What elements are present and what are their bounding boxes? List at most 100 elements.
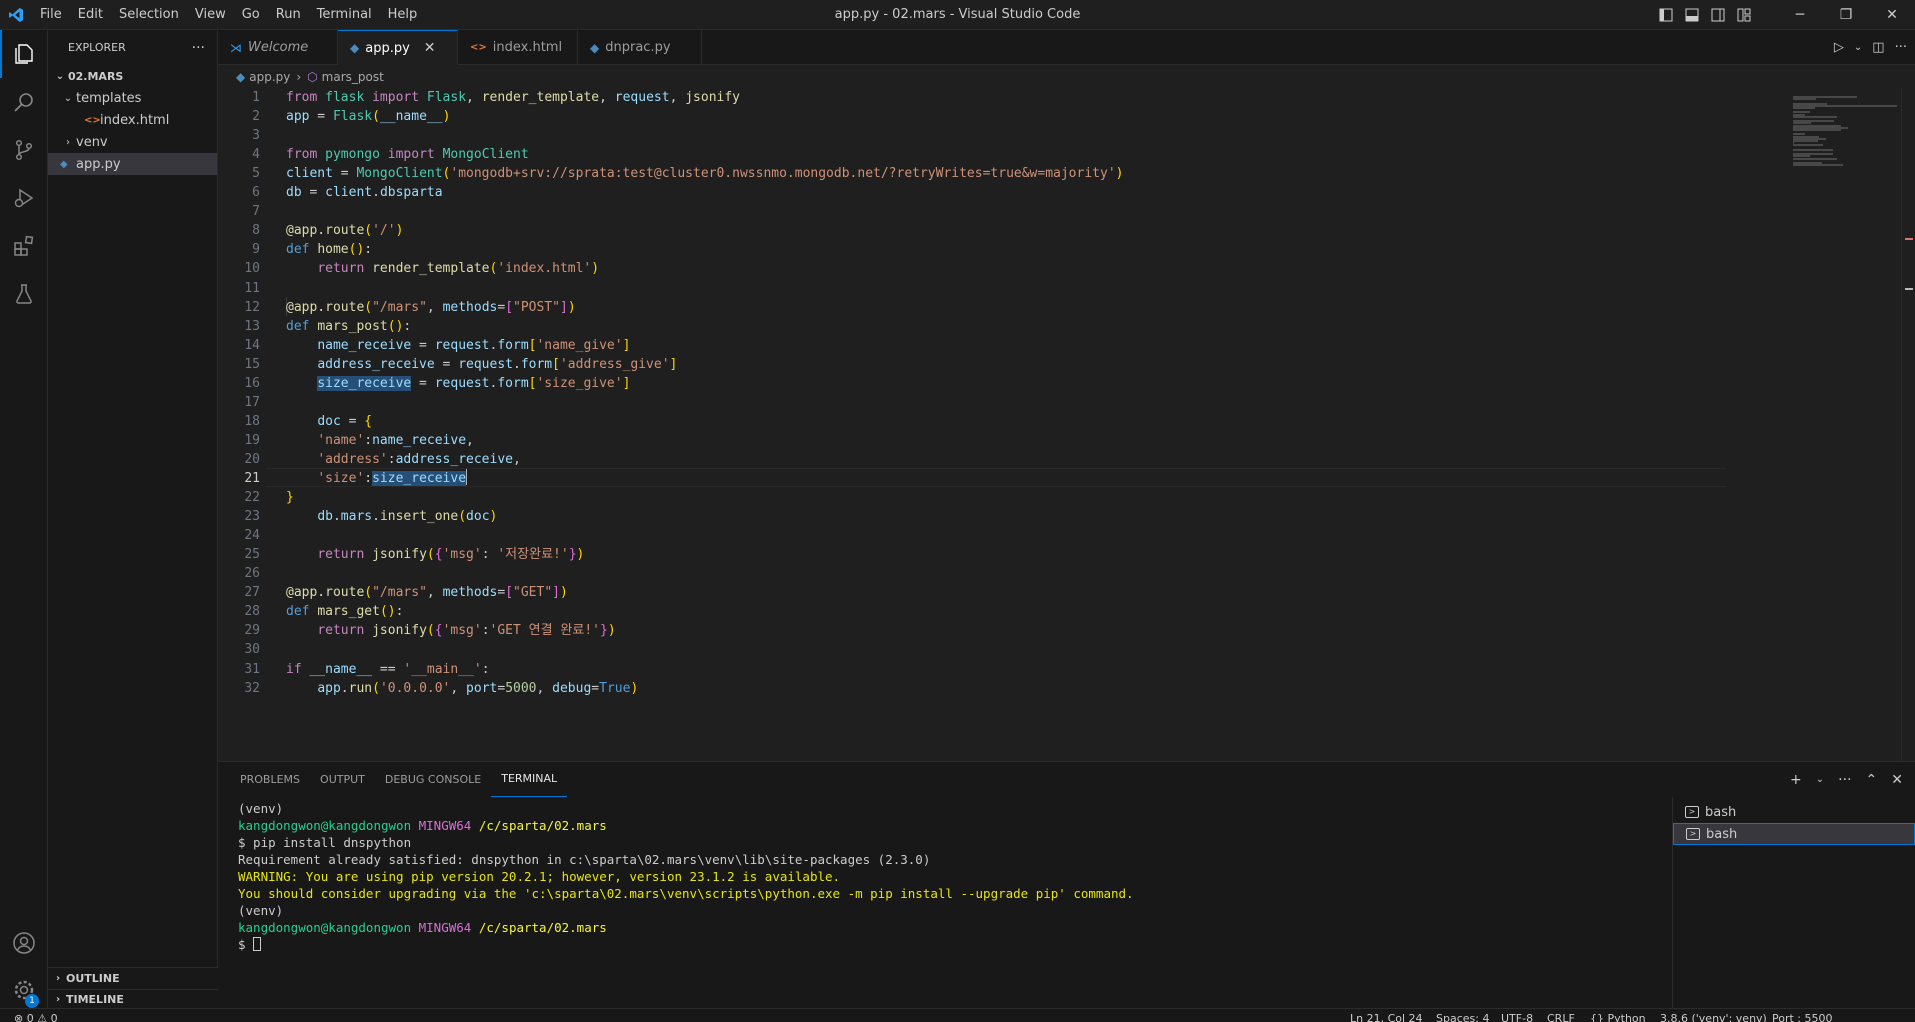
tree-item-templates[interactable]: ⌄ templates xyxy=(48,87,217,109)
new-terminal-icon[interactable]: + xyxy=(1790,772,1802,788)
code-line[interactable]: 3 xyxy=(218,126,1778,145)
code-line[interactable]: 29 return jsonify({'msg':'GET 연결 완료!'}) xyxy=(218,621,1778,640)
code-text: name_receive = request.form['name_give'] xyxy=(317,337,631,353)
cursor-position-status[interactable]: Ln 21, Col 24 xyxy=(1350,1009,1423,1022)
menu-edit[interactable]: Edit xyxy=(70,0,111,30)
breadcrumb-symbol[interactable]: mars_post xyxy=(322,70,384,84)
search-icon[interactable] xyxy=(0,78,48,126)
tab-welcome[interactable]: ⋊ Welcome xyxy=(218,30,338,65)
customize-layout-icon[interactable] xyxy=(1731,0,1757,30)
tab-dnprac-py[interactable]: ◆ dnprac.py xyxy=(578,30,702,65)
code-line[interactable]: 31 if __name__ == '__main__': xyxy=(218,660,1778,679)
restore-icon[interactable]: ❐ xyxy=(1823,0,1869,30)
more-actions-icon[interactable]: ··· xyxy=(1838,772,1851,788)
menu-selection[interactable]: Selection xyxy=(111,0,187,30)
code-line[interactable]: 30 xyxy=(218,640,1778,659)
code-line[interactable]: 32 app.run('0.0.0.0', port=5000, debug=T… xyxy=(218,679,1778,698)
code-line[interactable]: 19 'name':name_receive, xyxy=(218,431,1778,450)
code-line[interactable]: 24 xyxy=(218,526,1778,545)
code-editor[interactable]: 1 from flask import Flask, render_templat… xyxy=(218,88,1915,761)
run-debug-icon[interactable] xyxy=(0,174,48,222)
toggle-panel-icon[interactable] xyxy=(1679,0,1705,30)
code-line[interactable]: 10 return render_template('index.html') xyxy=(218,259,1778,278)
terminal-item-bash[interactable]: > bash xyxy=(1673,823,1915,845)
minimize-icon[interactable]: ─ xyxy=(1777,0,1823,30)
code-line[interactable]: 21 'size':size_receive xyxy=(218,469,1778,488)
code-line[interactable]: 27 @app.route("/mars", methods=["GET"]) xyxy=(218,583,1778,602)
testing-icon[interactable] xyxy=(0,270,48,318)
terminal-line: (venv) xyxy=(238,801,284,816)
code-line[interactable]: 6 db = client.dbsparta xyxy=(218,183,1778,202)
outline-section[interactable]: › OUTLINE xyxy=(48,967,218,989)
more-actions-icon[interactable]: ··· xyxy=(192,40,205,56)
code-line[interactable]: 11 xyxy=(218,279,1778,298)
code-line[interactable]: 13 def mars_post(): xyxy=(218,317,1778,336)
terminal-input-line[interactable]: $ xyxy=(238,936,1668,953)
code-line[interactable]: 20 'address':address_receive, xyxy=(218,450,1778,469)
code-line[interactable]: 1 from flask import Flask, render_templat… xyxy=(218,88,1778,107)
code-line[interactable]: 15 address_receive = request.form['addre… xyxy=(218,355,1778,374)
tab-debug-console[interactable]: DEBUG CONSOLE xyxy=(375,762,491,797)
workspace-root[interactable]: ⌄ 02.MARS xyxy=(48,65,217,87)
code-line[interactable]: 17 xyxy=(218,393,1778,412)
extensions-icon[interactable] xyxy=(0,222,48,270)
code-line[interactable]: 4 from pymongo import MongoClient xyxy=(218,145,1778,164)
tab-terminal[interactable]: TERMINAL xyxy=(491,762,568,797)
more-actions-icon[interactable]: ··· xyxy=(1895,40,1907,55)
live-server-port-status[interactable]: Port : 5500 xyxy=(1772,1009,1833,1022)
interpreter-status[interactable]: 3.8.6 ('venv': venv) xyxy=(1660,1009,1767,1022)
language-status[interactable]: {} Python xyxy=(1590,1009,1646,1022)
code-line[interactable]: 9 def home(): xyxy=(218,240,1778,259)
encoding-status[interactable]: UTF-8 xyxy=(1501,1009,1533,1022)
toggle-primary-sidebar-icon[interactable] xyxy=(1653,0,1679,30)
code-line[interactable]: 18 doc = { xyxy=(218,412,1778,431)
problems-status[interactable]: ⊗ 0 ⚠ 0 xyxy=(14,1009,58,1022)
timeline-section[interactable]: › TIMELINE xyxy=(48,989,218,1008)
eol-status[interactable]: CRLF xyxy=(1547,1009,1575,1022)
toggle-secondary-sidebar-icon[interactable] xyxy=(1705,0,1731,30)
maximize-panel-icon[interactable]: ⌃ xyxy=(1866,772,1878,788)
breadcrumb-file[interactable]: app.py xyxy=(249,70,290,84)
minimap[interactable] xyxy=(1791,88,1901,761)
explorer-icon[interactable] xyxy=(0,30,48,78)
code-line[interactable]: 16 size_receive = request.form['size_giv… xyxy=(218,374,1778,393)
code-line[interactable]: 14 name_receive = request.form['name_giv… xyxy=(218,336,1778,355)
code-line[interactable]: 25 return jsonify({'msg': '저장완료!'}) xyxy=(218,545,1778,564)
accounts-icon[interactable] xyxy=(0,919,48,967)
tree-item-index-html[interactable]: <> index.html xyxy=(48,109,217,131)
source-control-icon[interactable] xyxy=(0,126,48,174)
chevron-down-icon[interactable]: ⌄ xyxy=(1854,42,1862,53)
code-line[interactable]: 7 xyxy=(218,202,1778,221)
tab-index-html[interactable]: <> index.html xyxy=(458,30,578,65)
code-line[interactable]: 26 xyxy=(218,564,1778,583)
tree-item-venv[interactable]: › venv xyxy=(48,131,217,153)
code-line[interactable]: 5 client = MongoClient('mongodb+srv://spr… xyxy=(218,164,1778,183)
menu-run[interactable]: Run xyxy=(268,0,309,30)
close-panel-icon[interactable]: ✕ xyxy=(1891,772,1903,788)
indentation-status[interactable]: Spaces: 4 xyxy=(1436,1009,1489,1022)
tree-item-app-py[interactable]: ◆ app.py xyxy=(48,153,217,175)
code-line[interactable]: 2 app = Flask(__name__) xyxy=(218,107,1778,126)
code-line[interactable]: 12 @app.route("/mars", methods=["POST"]) xyxy=(218,298,1778,317)
close-window-icon[interactable]: ✕ xyxy=(1869,0,1915,30)
tab-problems[interactable]: PROBLEMS xyxy=(230,762,310,797)
close-tab-icon[interactable]: ✕ xyxy=(424,40,436,56)
chevron-down-icon[interactable]: ⌄ xyxy=(1816,774,1824,785)
code-line[interactable]: 23 db.mars.insert_one(doc) xyxy=(218,507,1778,526)
code-line[interactable]: 8 @app.route('/') xyxy=(218,221,1778,240)
code-line[interactable]: 28 def mars_get(): xyxy=(218,602,1778,621)
menu-view[interactable]: View xyxy=(187,0,234,30)
menu-go[interactable]: Go xyxy=(234,0,268,30)
tab-app-py[interactable]: ◆ app.py ✕ xyxy=(338,30,458,65)
split-editor-icon[interactable]: ◫ xyxy=(1872,40,1884,55)
terminal-output[interactable]: (venv) kangdongwon@kangdongwon MINGW64 /… xyxy=(238,800,1668,953)
terminal-item-bash[interactable]: > bash xyxy=(1673,801,1915,823)
menu-file[interactable]: File xyxy=(32,0,70,30)
tab-output[interactable]: OUTPUT xyxy=(310,762,375,797)
menu-terminal[interactable]: Terminal xyxy=(309,0,380,30)
code-line[interactable]: 22} xyxy=(218,488,1778,507)
manage-gear-icon[interactable]: 1 xyxy=(0,966,48,1014)
vertical-scrollbar[interactable] xyxy=(1901,88,1915,761)
menu-help[interactable]: Help xyxy=(380,0,426,30)
run-python-file-icon[interactable]: ▷ xyxy=(1834,40,1844,55)
